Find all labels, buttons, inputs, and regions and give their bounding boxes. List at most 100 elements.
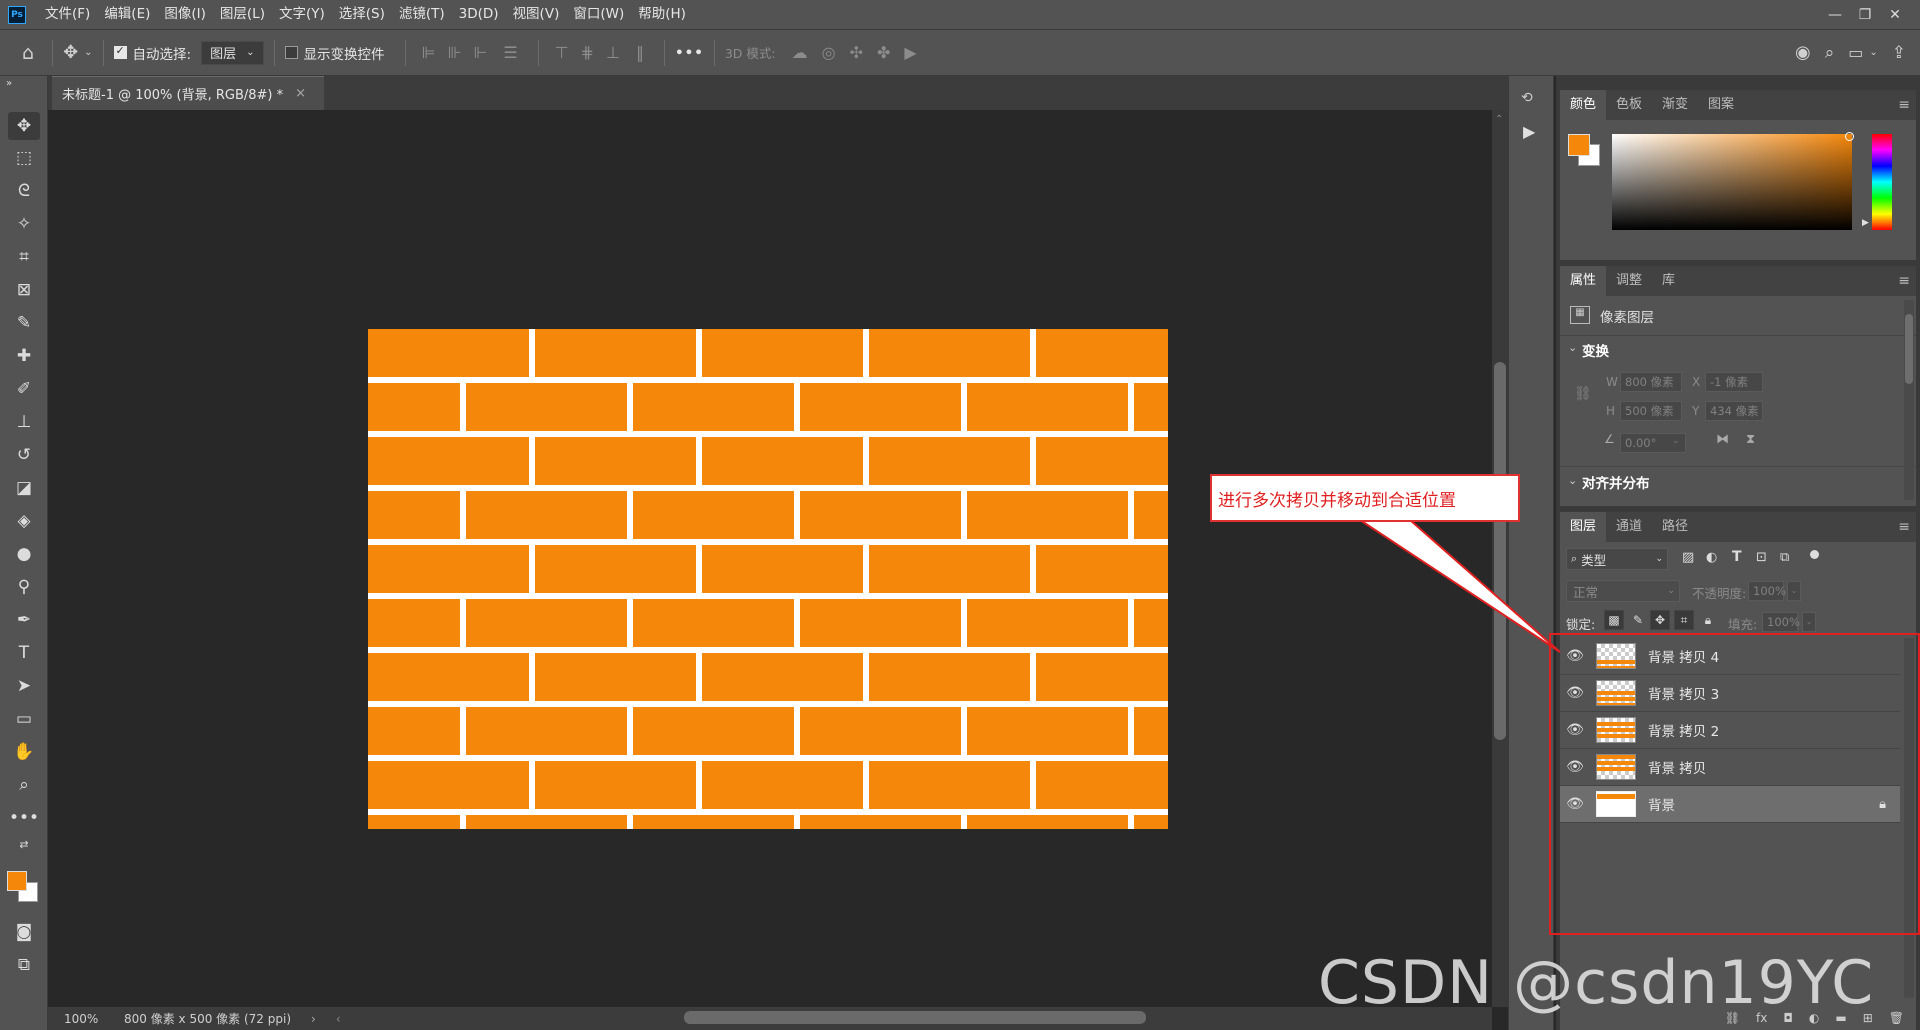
move-tool-preset-icon[interactable]: ✥: [63, 42, 78, 63]
filter-type-icon[interactable]: T: [1732, 549, 1742, 565]
restore-icon[interactable]: ❐: [1850, 7, 1880, 23]
tab-channels[interactable]: 通道: [1606, 512, 1652, 542]
chevron-down-icon[interactable]: ⌄: [1568, 341, 1577, 354]
align-right-icon[interactable]: ⊩: [473, 43, 487, 62]
zoom-tool-icon[interactable]: ⌕: [8, 771, 40, 799]
3d-orbit-icon[interactable]: ☁: [792, 43, 808, 62]
frame-tool-icon[interactable]: ⊠: [8, 276, 40, 304]
search-icon[interactable]: ⌕: [1825, 43, 1835, 63]
lock-pixels-icon[interactable]: ✎: [1628, 610, 1648, 630]
vertical-scroll-thumb[interactable]: [1494, 362, 1506, 740]
filter-toggle-icon[interactable]: [1810, 550, 1819, 559]
history-brush-tool-icon[interactable]: ↺: [8, 441, 40, 469]
menu-3d[interactable]: 3D(D): [452, 0, 506, 29]
tab-patterns[interactable]: 图案: [1698, 90, 1744, 120]
scroll-left-icon[interactable]: ‹: [336, 1012, 341, 1026]
lock-artboard-icon[interactable]: ⌗: [1674, 610, 1694, 630]
filter-pixel-icon[interactable]: ▨: [1682, 550, 1694, 565]
3d-roll-icon[interactable]: ◎: [822, 43, 836, 62]
lock-position-icon[interactable]: ✥: [1650, 610, 1670, 630]
history-icon[interactable]: ⟲: [1521, 90, 1533, 106]
menu-file[interactable]: 文件(F): [38, 0, 97, 29]
align-bottom-icon[interactable]: ⊥: [606, 43, 620, 62]
collapse-toolbar-icon[interactable]: »: [2, 76, 16, 90]
chevron-down-icon[interactable]: ⌄: [1568, 474, 1577, 487]
menu-layer[interactable]: 图层(L): [213, 0, 272, 29]
color-picker-marker[interactable]: [1845, 132, 1854, 141]
close-tab-icon[interactable]: ×: [295, 86, 306, 101]
close-window-icon[interactable]: ✕: [1880, 7, 1910, 23]
tab-layers[interactable]: 图层: [1560, 512, 1607, 542]
chevron-down-icon[interactable]: ⌄: [1869, 47, 1877, 58]
scroll-up-icon[interactable]: ⌃: [1495, 114, 1503, 125]
tab-adjustments[interactable]: 调整: [1606, 266, 1652, 296]
opacity-field[interactable]: 100%: [1748, 581, 1786, 601]
lasso-tool-icon[interactable]: ᘓ: [8, 177, 40, 205]
color-field[interactable]: [1612, 134, 1852, 230]
hand-tool-icon[interactable]: ✋: [8, 738, 40, 766]
paint-bucket-tool-icon[interactable]: ◈: [8, 507, 40, 535]
x-field[interactable]: -1 像素: [1705, 372, 1763, 392]
panel-menu-icon[interactable]: ≡: [1898, 97, 1910, 113]
flip-vertical-icon[interactable]: ⧗: [1746, 432, 1755, 447]
panel-menu-icon[interactable]: ≡: [1898, 273, 1910, 289]
width-field[interactable]: 800 像素: [1620, 372, 1682, 392]
delete-layer-icon[interactable]: 🗑︎: [1889, 1011, 1904, 1025]
fill-field[interactable]: 100%: [1762, 612, 1800, 632]
lock-all-icon[interactable]: 🔒︎: [1698, 610, 1718, 630]
3d-slide-icon[interactable]: ✤: [877, 43, 890, 62]
tab-libraries[interactable]: 库: [1652, 266, 1685, 296]
align-vcenter-icon[interactable]: ⋕: [581, 43, 594, 62]
eyedropper-tool-icon[interactable]: ✎: [8, 309, 40, 337]
type-tool-icon[interactable]: T: [8, 639, 40, 667]
menu-select[interactable]: 选择(S): [332, 0, 392, 29]
chevron-down-icon[interactable]: ⌄: [84, 47, 92, 58]
zoom-level[interactable]: 100%: [64, 1012, 110, 1026]
filter-smart-object-icon[interactable]: ⧉: [1780, 550, 1789, 565]
document-tab[interactable]: 未标题-1 @ 100% (背景, RGB/8#) * ×: [52, 76, 324, 110]
blur-tool-icon[interactable]: ●: [8, 540, 40, 568]
fg-color-swatch[interactable]: [1568, 134, 1590, 156]
lock-transparent-icon[interactable]: ▩: [1604, 610, 1624, 630]
menu-type[interactable]: 文字(Y): [272, 0, 332, 29]
menu-help[interactable]: 帮助(H): [631, 0, 693, 29]
screen-mode-icon[interactable]: ⧉: [8, 951, 40, 979]
menu-filter[interactable]: 滤镜(T): [392, 0, 452, 29]
menu-window[interactable]: 窗口(W): [566, 0, 631, 29]
workspace-icon[interactable]: ▭: [1848, 43, 1863, 62]
menu-edit[interactable]: 编辑(E): [97, 0, 157, 29]
tab-gradients[interactable]: 渐变: [1652, 90, 1698, 120]
swap-colors-icon[interactable]: ⇄: [8, 836, 40, 852]
chevron-down-icon[interactable]: ⌄: [1672, 436, 1680, 446]
edit-toolbar-icon[interactable]: •••: [8, 804, 40, 832]
3d-scale-icon[interactable]: ▶: [904, 43, 916, 62]
distribute-horizontal-icon[interactable]: ‖: [636, 43, 644, 62]
opacity-chevron-icon[interactable]: ⌄: [1787, 581, 1801, 601]
learn-icon[interactable]: ◉: [1795, 42, 1811, 63]
show-transform-checkbox[interactable]: [284, 46, 298, 59]
quick-mask-icon[interactable]: ◙: [8, 918, 40, 946]
healing-brush-tool-icon[interactable]: ✚: [8, 342, 40, 370]
tab-properties[interactable]: 属性: [1560, 266, 1607, 296]
panel-menu-icon[interactable]: ≡: [1898, 519, 1910, 535]
tab-swatches[interactable]: 色板: [1606, 90, 1652, 120]
flip-horizontal-icon[interactable]: ⧓: [1716, 432, 1729, 447]
distribute-vertical-icon[interactable]: ☰: [503, 43, 517, 62]
height-field[interactable]: 500 像素: [1620, 401, 1682, 421]
properties-scroll-thumb[interactable]: [1905, 314, 1913, 384]
fill-chevron-icon[interactable]: ⌄: [1802, 612, 1816, 632]
align-hcenter-icon[interactable]: ⊪: [447, 43, 461, 62]
brush-tool-icon[interactable]: ✐: [8, 375, 40, 403]
clone-stamp-tool-icon[interactable]: ⊥: [8, 408, 40, 436]
layer-filter-dropdown[interactable]: ⌕ 类型 ⌄: [1566, 548, 1668, 570]
y-field[interactable]: 434 像素: [1705, 401, 1763, 421]
share-icon[interactable]: ⇪: [1892, 43, 1906, 63]
align-top-icon[interactable]: ⊤: [555, 43, 569, 62]
eraser-tool-icon[interactable]: ◪: [8, 474, 40, 502]
link-icon[interactable]: ⛓: [1574, 386, 1592, 402]
horizontal-scroll-thumb[interactable]: [684, 1011, 1146, 1024]
minimize-icon[interactable]: —: [1820, 7, 1850, 23]
tab-paths[interactable]: 路径: [1652, 512, 1698, 542]
marquee-tool-icon[interactable]: ⬚: [8, 144, 40, 172]
auto-select-dropdown[interactable]: 图层 ⌄: [201, 40, 264, 65]
